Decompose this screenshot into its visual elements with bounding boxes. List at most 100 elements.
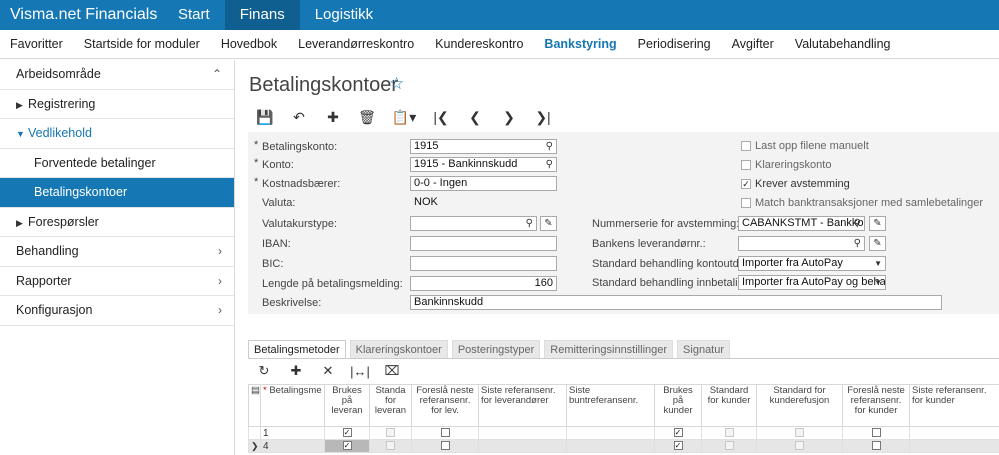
kostnadsbaerer-field[interactable]: 0-0 - Ingen xyxy=(410,176,557,191)
cell-brukes-kunder[interactable]: ✓ xyxy=(654,426,702,440)
col-header-siste-ref-lev[interactable]: Siste referansenr. for leverandører xyxy=(478,384,567,427)
table-row[interactable]: ❯ 4 ✓ ✓ xyxy=(248,439,999,453)
topnav-start[interactable]: Start xyxy=(163,0,225,30)
bic-field[interactable] xyxy=(410,256,557,271)
sidebar-item-konfigurasjon[interactable]: Konfigurasjon › xyxy=(0,296,234,326)
table-row[interactable]: 1 ✓ ✓ xyxy=(248,426,999,440)
cell-siste-ref-lev[interactable] xyxy=(478,426,567,440)
edit-pencil-icon[interactable]: ✎ xyxy=(869,236,886,251)
nummerserie-field[interactable]: CABANKSTMT - Bankkontc ⚲ xyxy=(738,216,865,231)
subnav-valutabehandling[interactable]: Valutabehandling xyxy=(795,37,891,51)
tab-remitteringsinnstillinger[interactable]: Remitteringsinnstillinger xyxy=(544,340,674,359)
col-header-foresla-kunder[interactable]: Foreslå neste referansenr. for kunder xyxy=(842,384,910,427)
last-record-icon[interactable]: ❯| xyxy=(526,109,560,126)
add-icon[interactable]: ✚ xyxy=(316,109,350,126)
sidebar-item-betalingskontoer[interactable]: Betalingskontoer xyxy=(0,178,234,208)
checkbox[interactable]: ✓ xyxy=(673,428,683,438)
col-header-foresla-lev[interactable]: Foreslå neste referansenr. for lev. xyxy=(411,384,479,427)
cell-brukes-lev[interactable]: ✓ xyxy=(324,439,370,453)
cell-siste-bunt[interactable] xyxy=(566,426,655,440)
col-header-standard-kunderefusjon[interactable]: Standard for kunderefusjon xyxy=(756,384,843,427)
col-header-betalingsmetode[interactable]: * Betalingsme xyxy=(260,384,325,427)
search-icon[interactable]: ⚲ xyxy=(854,217,861,230)
search-icon[interactable]: ⚲ xyxy=(546,158,553,171)
copy-paste-icon[interactable]: 📋▾ xyxy=(384,109,424,126)
sidebar-workspace[interactable]: Arbeidsområde ⌃ xyxy=(0,60,234,90)
lengde-field[interactable]: 160 xyxy=(410,276,557,291)
konto-field[interactable]: 1915 - Bankinnskudd ⚲ xyxy=(410,157,557,172)
col-header-standard-kunder[interactable]: Standard for kunder xyxy=(701,384,757,427)
checkbox[interactable] xyxy=(795,441,804,451)
edit-pencil-icon[interactable]: ✎ xyxy=(869,216,886,231)
checkbox[interactable]: ✓ xyxy=(673,441,683,451)
col-header-siste-bunt[interactable]: Siste buntreferansenr. xyxy=(566,384,655,427)
cell-standard-kunder[interactable] xyxy=(701,439,757,453)
cell-standard-kunder[interactable] xyxy=(701,426,757,440)
bankens-field[interactable]: ⚲ xyxy=(738,236,865,251)
sidebar-item-rapporter[interactable]: Rapporter › xyxy=(0,267,234,296)
cell-foresla-lev[interactable] xyxy=(411,426,479,440)
cell-betalingsmetode[interactable]: 4 xyxy=(260,439,325,453)
tab-betalingsmetoder[interactable]: Betalingsmetoder xyxy=(248,340,346,359)
undo-icon[interactable]: ↶ xyxy=(282,109,316,126)
col-header-siste-ref-kunder[interactable]: Siste referansenr. for kunder xyxy=(909,384,999,427)
search-icon[interactable]: ⚲ xyxy=(546,140,553,153)
subnav-bankstyring[interactable]: Bankstyring xyxy=(544,37,616,51)
col-header-standard-lev[interactable]: Standa for leveran xyxy=(369,384,412,427)
topnav-logistikk[interactable]: Logistikk xyxy=(300,0,388,30)
subnav-hovedbok[interactable]: Hovedbok xyxy=(221,37,277,51)
cell-standard-lev[interactable] xyxy=(369,426,412,440)
cell-standard-kunderefusjon[interactable] xyxy=(756,426,843,440)
match-checkbox[interactable] xyxy=(741,198,751,208)
checkbox[interactable] xyxy=(871,441,881,451)
last-opp-checkbox[interactable] xyxy=(741,141,751,151)
checkbox[interactable] xyxy=(386,441,395,451)
cell-siste-bunt[interactable] xyxy=(566,439,655,453)
tab-klareringskontoer[interactable]: Klareringskontoer xyxy=(349,340,448,359)
checkbox[interactable] xyxy=(724,441,734,451)
search-icon[interactable]: ⚲ xyxy=(526,217,533,230)
tab-signatur[interactable]: Signatur xyxy=(677,340,731,359)
valutakurstype-field[interactable]: ⚲ xyxy=(410,216,537,231)
subnav-favoritter[interactable]: Favoritter xyxy=(10,37,63,51)
col-header-brukes-lev[interactable]: Brukes på leveran xyxy=(324,384,370,427)
delete-icon[interactable]: 🗑 xyxy=(350,109,384,126)
cell-siste-ref-lev[interactable] xyxy=(478,439,567,453)
cell-siste-ref-kunder[interactable] xyxy=(909,426,999,440)
cell-betalingsmetode[interactable]: 1 xyxy=(260,426,325,440)
checkbox[interactable] xyxy=(795,428,804,438)
search-icon[interactable]: ⚲ xyxy=(854,237,861,250)
sidebar-item-forventede-betalinger[interactable]: Forventede betalinger xyxy=(0,149,234,178)
next-record-icon[interactable]: ❯ xyxy=(492,109,526,126)
topnav-finans[interactable]: Finans xyxy=(224,0,300,30)
refresh-icon[interactable]: ↻ xyxy=(248,363,280,379)
subnav-avgifter[interactable]: Avgifter xyxy=(732,37,774,51)
fit-columns-icon[interactable]: |↔| xyxy=(344,364,376,379)
checkbox[interactable]: ✓ xyxy=(342,428,352,438)
checkbox[interactable] xyxy=(724,428,734,438)
grid-settings-icon[interactable]: ▤ xyxy=(248,384,261,427)
iban-field[interactable] xyxy=(410,236,557,251)
cell-foresla-lev[interactable] xyxy=(411,439,479,453)
star-icon[interactable]: ☆ xyxy=(389,74,404,94)
sidebar-item-foresporsler[interactable]: ▶ Forespørsler xyxy=(0,208,234,237)
std-innbetalinger-select[interactable]: Importer fra AutoPay og behandle▼ xyxy=(738,275,886,290)
checkbox[interactable] xyxy=(440,441,450,451)
sidebar-item-registrering[interactable]: ▶ Registrering xyxy=(0,90,234,119)
checkbox[interactable] xyxy=(440,428,450,438)
beskrivelse-field[interactable]: Bankinnskudd xyxy=(410,295,942,310)
cell-brukes-lev[interactable]: ✓ xyxy=(324,426,370,440)
checkbox[interactable] xyxy=(871,428,881,438)
add-row-icon[interactable]: ✚ xyxy=(280,363,312,379)
cell-foresla-kunder[interactable] xyxy=(842,426,910,440)
app-title[interactable]: Visma.net Financials xyxy=(0,0,163,30)
save-icon[interactable]: 💾 xyxy=(248,109,282,126)
subnav-startside[interactable]: Startside for moduler xyxy=(84,37,200,51)
std-kontoutdrag-select[interactable]: Importer fra AutoPay ▼ xyxy=(738,256,886,271)
krever-avstemming-checkbox[interactable]: ✓ xyxy=(741,179,751,189)
cell-brukes-kunder[interactable]: ✓ xyxy=(654,439,702,453)
sidebar-item-behandling[interactable]: Behandling › xyxy=(0,237,234,267)
sidebar-item-vedlikehold[interactable]: ▼ Vedlikehold xyxy=(0,119,234,149)
tab-posteringstyper[interactable]: Posteringstyper xyxy=(451,340,541,359)
previous-record-icon[interactable]: ❮ xyxy=(458,109,492,126)
